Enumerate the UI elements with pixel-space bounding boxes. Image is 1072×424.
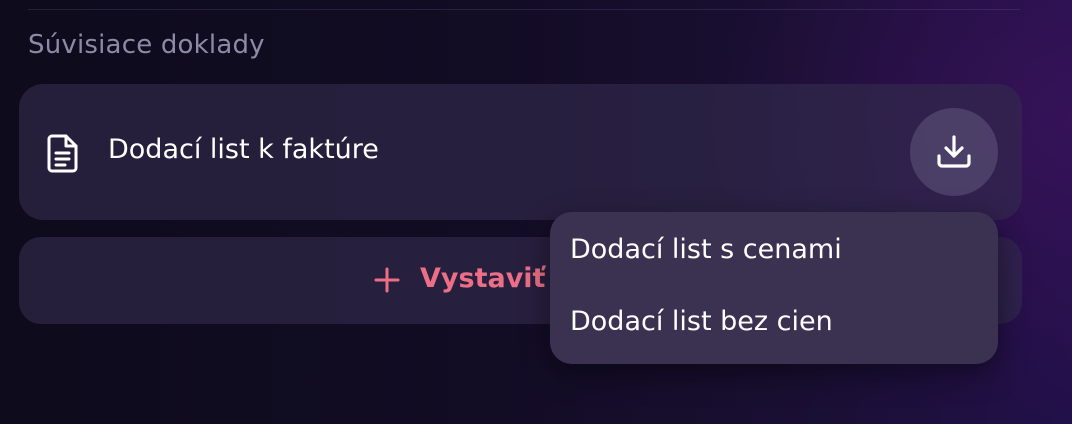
document-icon <box>47 134 78 173</box>
menu-item-without-prices[interactable]: Dodací list bez cien <box>570 306 833 337</box>
plus-icon <box>374 267 400 293</box>
menu-item-with-prices[interactable]: Dodací list s cenami <box>570 234 842 265</box>
section-title: Súvisiace doklady <box>28 30 265 60</box>
download-button[interactable] <box>910 108 998 196</box>
download-icon <box>937 135 971 168</box>
download-options-menu: Dodací list s cenami Dodací list bez cie… <box>550 212 998 364</box>
section-divider <box>28 9 1020 10</box>
document-name[interactable]: Dodací list k faktúre <box>108 134 379 165</box>
